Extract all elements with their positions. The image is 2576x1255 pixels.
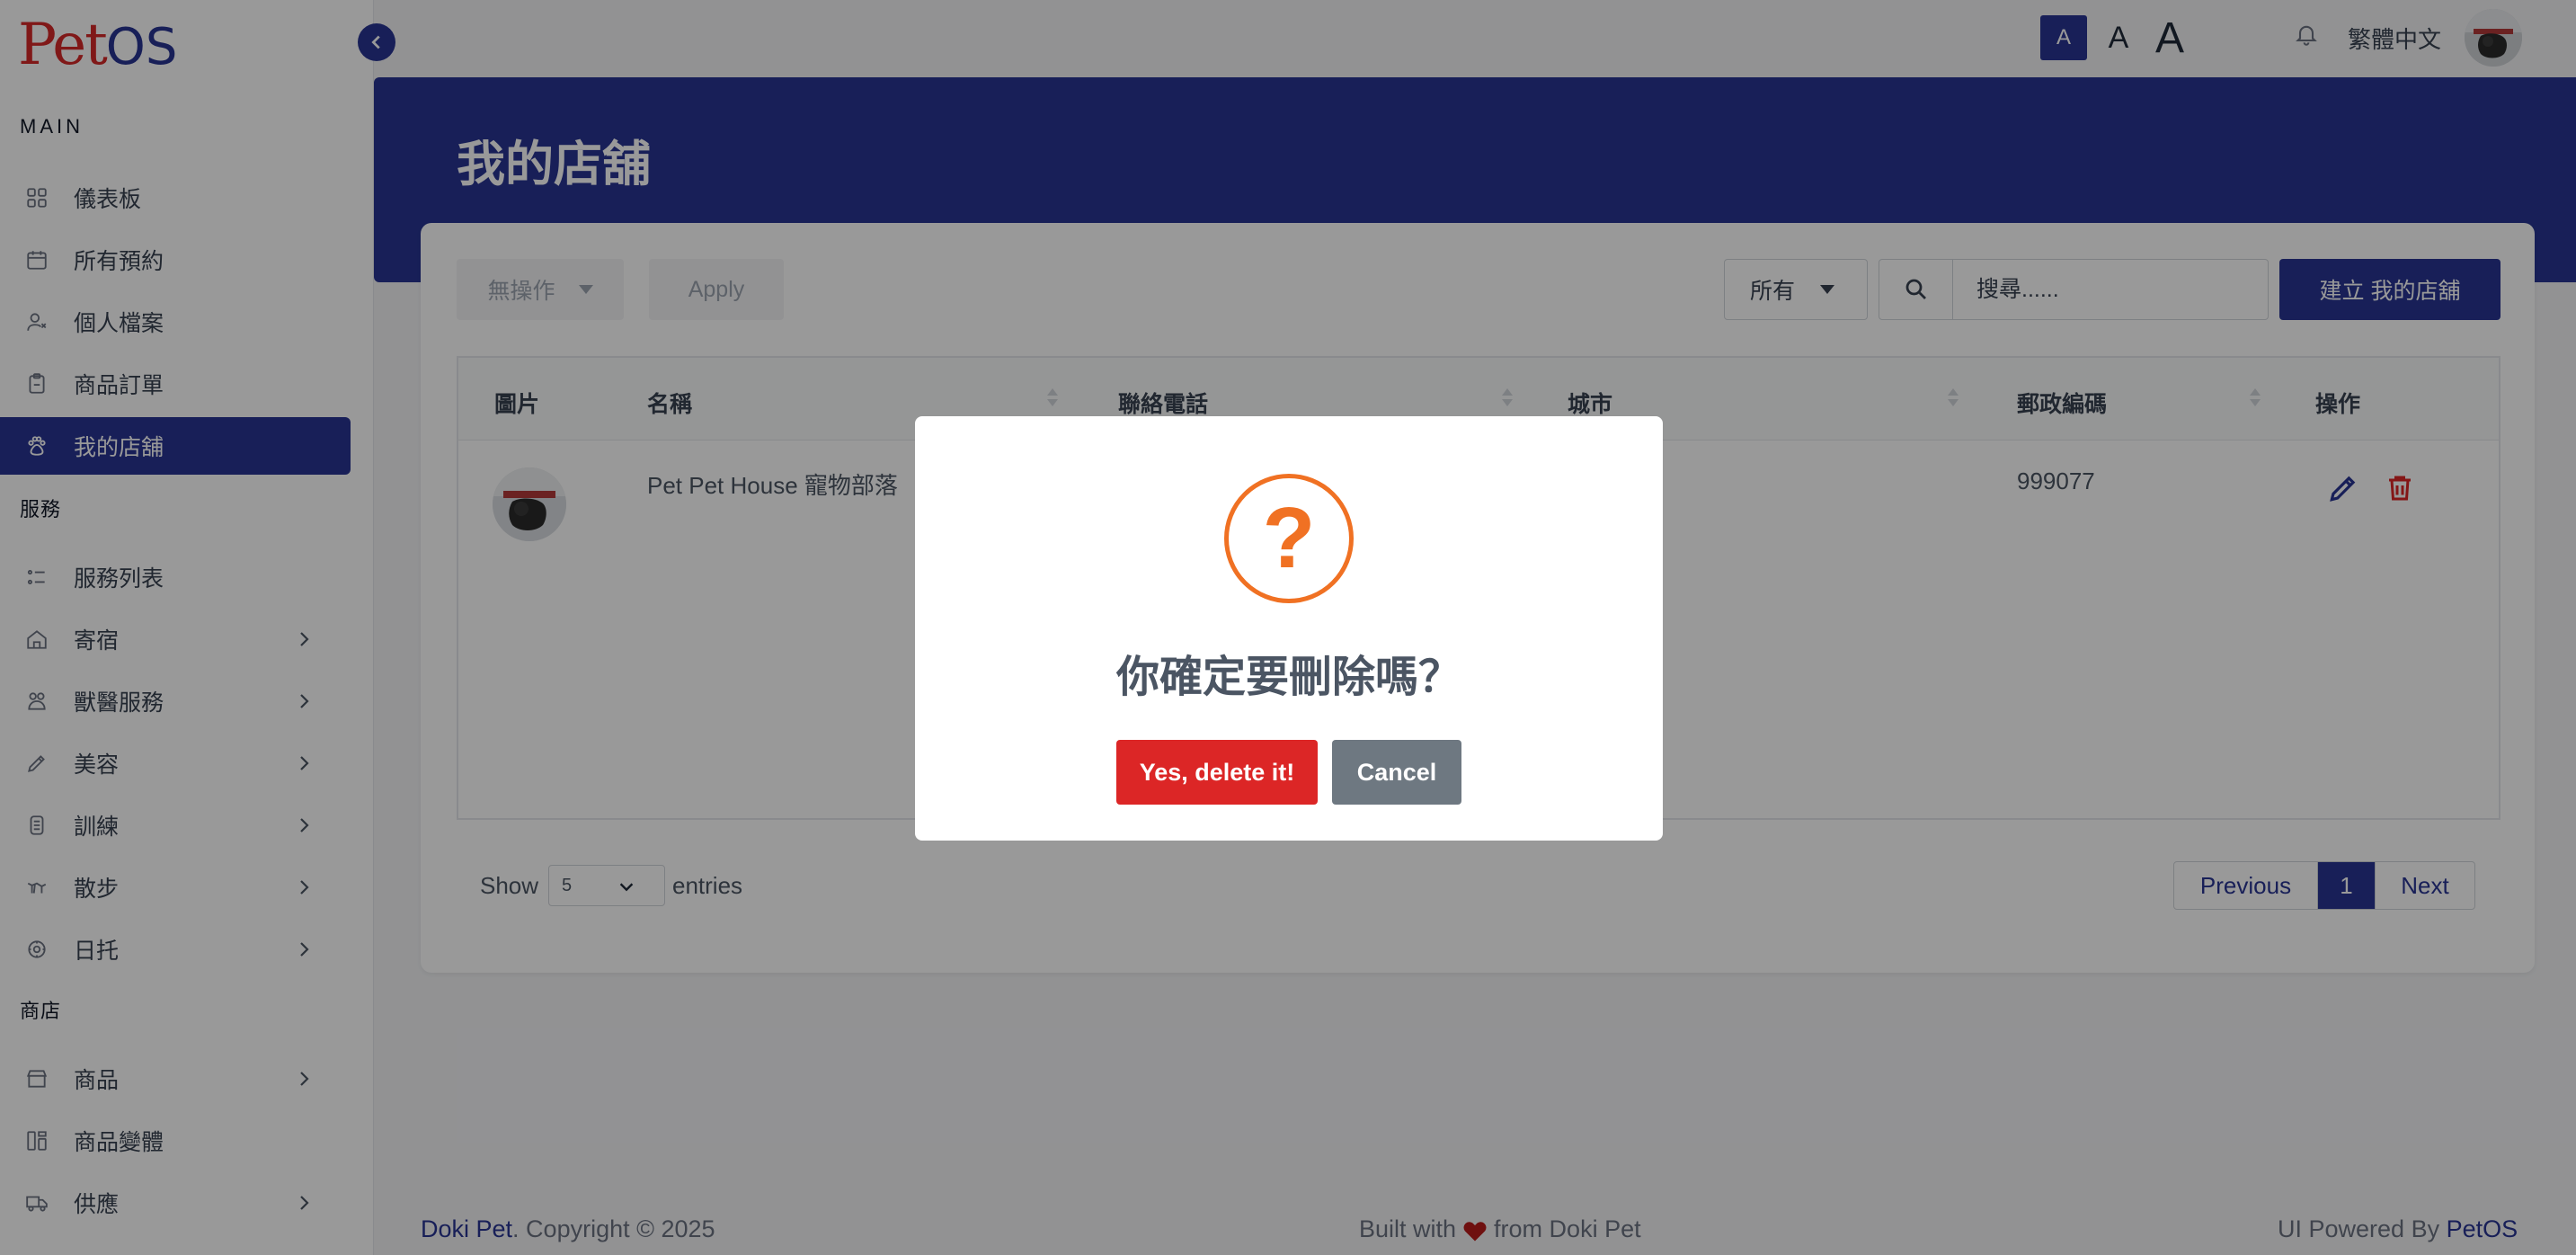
cancel-button[interactable]: Cancel xyxy=(1332,740,1461,805)
question-icon: ? xyxy=(1224,474,1354,603)
confirm-delete-button[interactable]: Yes, delete it! xyxy=(1116,740,1318,805)
delete-confirm-dialog: ? 你確定要刪除嗎？ Yes, delete it! Cancel xyxy=(915,416,1663,841)
dialog-title: 你確定要刪除嗎？ xyxy=(1115,654,1461,701)
